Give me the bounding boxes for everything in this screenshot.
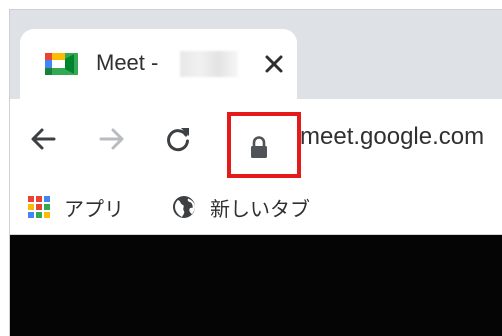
- toolbar: meet.google.com: [10, 99, 502, 179]
- tab-title-redacted: [180, 51, 238, 77]
- lock-icon[interactable]: [249, 136, 269, 158]
- address-bar[interactable]: meet.google.com: [222, 110, 502, 178]
- apps-grid-icon: [28, 196, 50, 218]
- tab-title: Meet -: [96, 50, 159, 75]
- bookmark-apps-label: アプリ: [64, 198, 124, 221]
- bookmark-new-tab[interactable]: 新しいタブ: [172, 193, 310, 221]
- url-text[interactable]: meet.google.com: [300, 123, 484, 151]
- tab-strip: Meet -: [10, 10, 502, 99]
- bookmark-new-tab-label: 新しいタブ: [210, 198, 310, 221]
- arrow-left-icon[interactable]: [28, 124, 58, 154]
- bookmarks-bar: アプリ 新しいタブ: [10, 179, 502, 235]
- browser-window: Meet - meet.google.com アプリ 新しいタブ: [9, 9, 502, 336]
- google-meet-icon: [45, 53, 78, 75]
- arrow-right-icon[interactable]: [97, 124, 127, 154]
- reload-icon[interactable]: [163, 124, 193, 154]
- page-content: [10, 235, 502, 336]
- bookmark-apps[interactable]: アプリ: [28, 193, 124, 221]
- close-icon[interactable]: [262, 52, 286, 76]
- tab-meet[interactable]: Meet -: [20, 29, 297, 99]
- globe-icon: [173, 196, 195, 218]
